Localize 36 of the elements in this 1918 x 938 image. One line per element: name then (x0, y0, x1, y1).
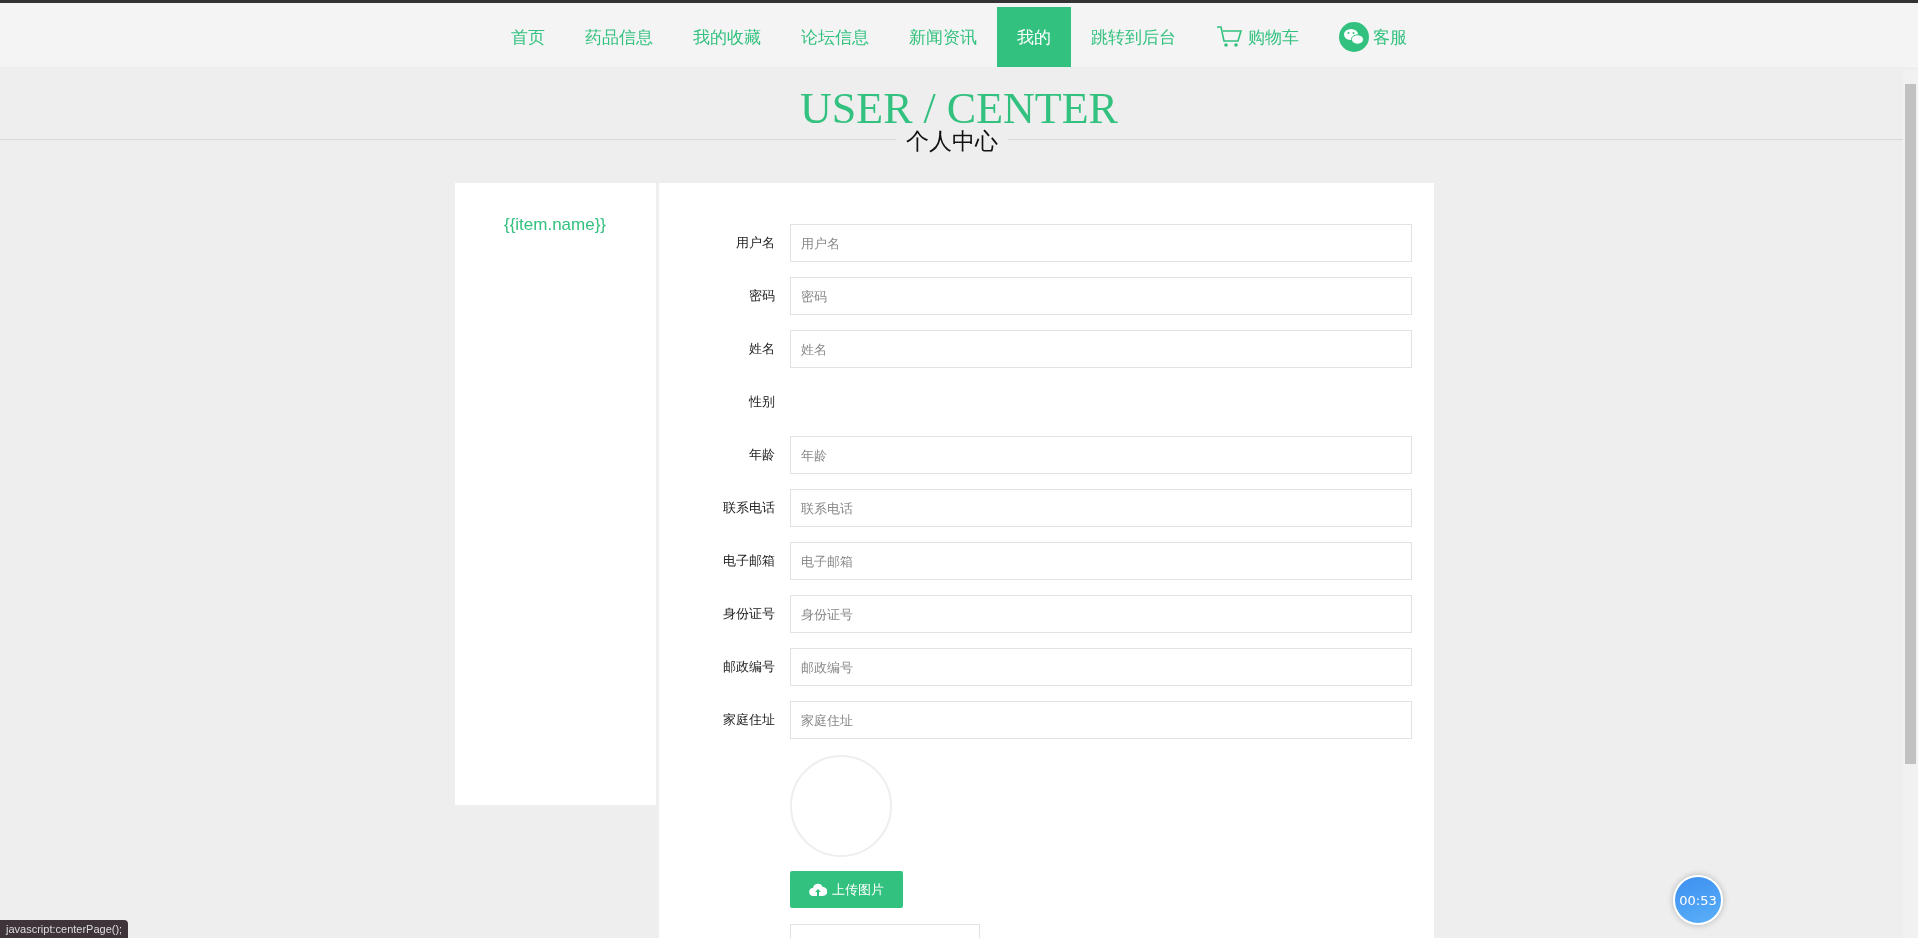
field-label: 年龄 (747, 446, 775, 464)
nav-link[interactable]: 论坛信息 (781, 7, 889, 67)
nav-link[interactable]: 首页 (491, 7, 565, 67)
field-label: 电子邮箱 (721, 552, 775, 570)
status-bar: javascript:centerPage(); (0, 920, 129, 938)
nav-link[interactable]: 新闻资讯 (889, 7, 997, 67)
field-label: 密码 (747, 287, 775, 305)
input-field[interactable]: 家庭住址 (789, 701, 1412, 739)
nav-link[interactable]: 药品信息 (565, 7, 673, 67)
field-label: 用户名 (734, 234, 775, 252)
nav-link[interactable]: 我的 (997, 7, 1071, 67)
input-field[interactable]: 姓名 (789, 330, 1412, 368)
field-label: 性别 (747, 393, 775, 411)
sidebar-link[interactable]: {{item.name}} (503, 215, 607, 235)
input-field[interactable]: 用户名 (789, 224, 1412, 262)
nav-link[interactable]: 客服 (1319, 7, 1427, 67)
input-field[interactable]: 密码 (789, 277, 1412, 315)
wechat-icon (1339, 22, 1369, 52)
cloud-upload-icon (808, 882, 827, 897)
nav-link[interactable]: 跳转到后台 (1071, 7, 1196, 67)
input-field[interactable]: 电子邮箱 (789, 542, 1412, 580)
field-label: 家庭住址 (721, 711, 775, 729)
page-subtitle: 个人中心 (904, 127, 999, 155)
input-field[interactable]: 邮政编号 (789, 648, 1412, 686)
timer-badge: 00:53 (1673, 875, 1723, 925)
field-label: 邮政编号 (721, 658, 775, 676)
nav-link[interactable]: 购物车 (1196, 7, 1319, 67)
nav-link[interactable]: 我的收藏 (673, 7, 781, 67)
field-label: 身份证号 (721, 605, 775, 623)
cart-icon (1216, 25, 1244, 49)
field-label: 姓名 (747, 340, 775, 358)
field-label: 联系电话 (721, 499, 775, 517)
input-field[interactable]: 联系电话 (789, 489, 1412, 527)
input-field[interactable]: 年龄 (789, 436, 1412, 474)
input-field[interactable]: 身份证号 (789, 595, 1412, 633)
upload-button[interactable]: 上传图片 (789, 871, 903, 908)
